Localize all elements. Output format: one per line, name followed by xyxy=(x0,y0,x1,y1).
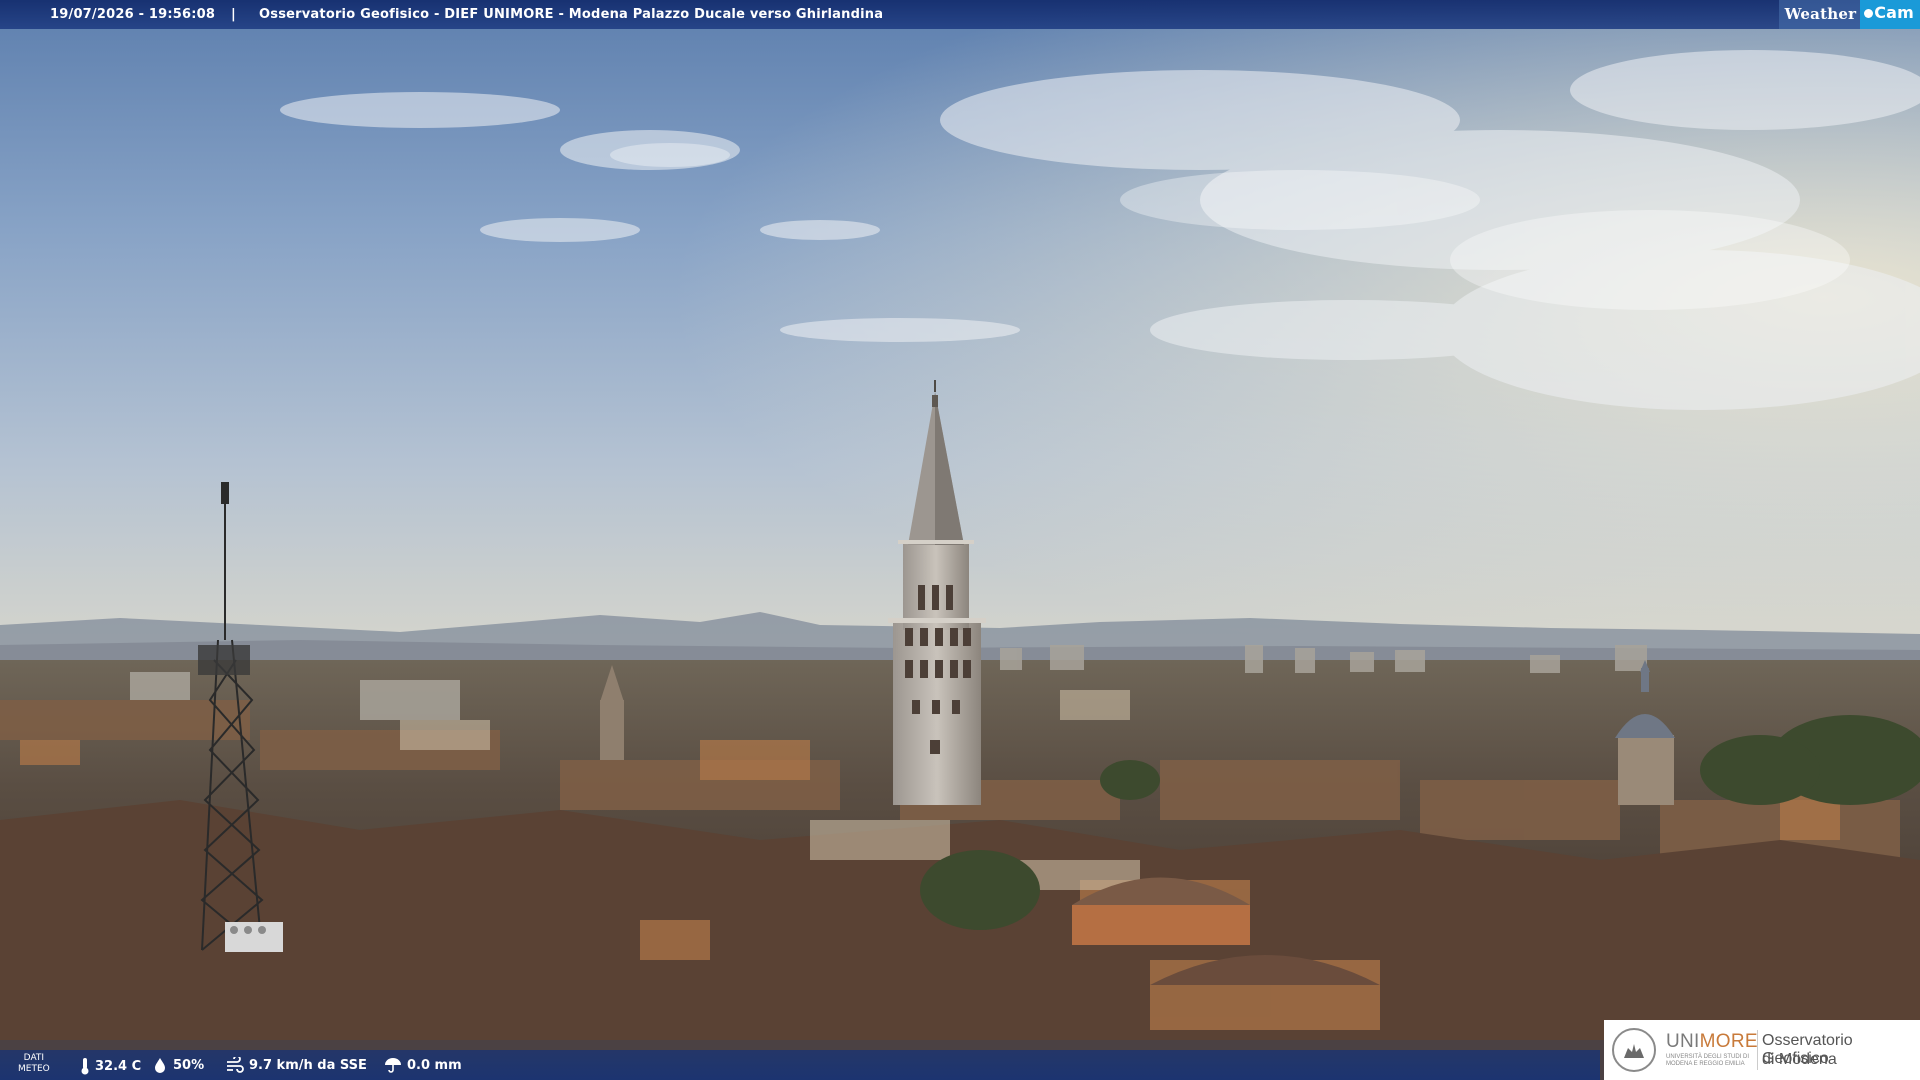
weathercam-logo: Weather Cam xyxy=(1778,0,1920,29)
umbrella-icon xyxy=(385,1058,401,1073)
thermometer-icon xyxy=(81,1058,89,1075)
dati-meteo-label: DATI METEO xyxy=(18,1053,50,1075)
unimore-wordmark-more: MORE xyxy=(1699,1031,1758,1052)
unimore-wordmark: UNIMORE xyxy=(1666,1031,1758,1053)
dati-meteo-line1: DATI xyxy=(23,1053,45,1063)
dati-meteo-line2: METEO xyxy=(18,1064,50,1074)
rain-value: 0.0 mm xyxy=(407,1057,462,1073)
caption-bar: 19/07/2026 - 19:56:08 | Osservatorio Geo… xyxy=(0,0,1920,29)
unimore-logo: UNIMORE UNIVERSITÀ DEGLI STUDI DI MODENA… xyxy=(1604,1020,1920,1080)
wind-readout: 9.7 km/h da SSE xyxy=(226,1057,367,1073)
humidity-drop-icon xyxy=(155,1058,165,1073)
wind-icon xyxy=(227,1057,244,1073)
temperature-readout: 32.4 C xyxy=(80,1057,141,1075)
humidity-value: 50% xyxy=(173,1057,205,1073)
temperature-value: 32.4 C xyxy=(95,1058,142,1074)
camera-title: Osservatorio Geofisico - DIEF UNIMORE - … xyxy=(259,7,884,22)
caption-separator: | xyxy=(231,7,236,22)
timestamp: 19/07/2026 - 19:56:08 xyxy=(50,7,216,22)
rain-readout: 0.0 mm xyxy=(384,1057,462,1073)
humidity-readout: 50% xyxy=(152,1057,204,1073)
weathercam-logo-cam-text: Cam xyxy=(1874,3,1914,22)
unimore-wordmark-uni: UNI xyxy=(1666,1031,1700,1052)
weather-data-bar: DATI METEO 32.4 C 50% 9.7 km/h da SSE 0.… xyxy=(0,1050,1600,1080)
unimore-subtitle: UNIVERSITÀ DEGLI STUDI DI MODENA E REGGI… xyxy=(1666,1054,1750,1067)
cam-dot-icon xyxy=(1864,9,1874,18)
observatory-name-line2: di Modena xyxy=(1762,1051,1837,1068)
wind-value: 9.7 km/h da SSE xyxy=(249,1057,367,1073)
logo-divider xyxy=(1757,1030,1758,1070)
webcam-image xyxy=(0,0,1920,1080)
weathercam-logo-weather: Weather xyxy=(1778,0,1861,29)
weathercam-logo-cam: Cam xyxy=(1860,0,1920,29)
university-seal-icon xyxy=(1612,1028,1656,1072)
